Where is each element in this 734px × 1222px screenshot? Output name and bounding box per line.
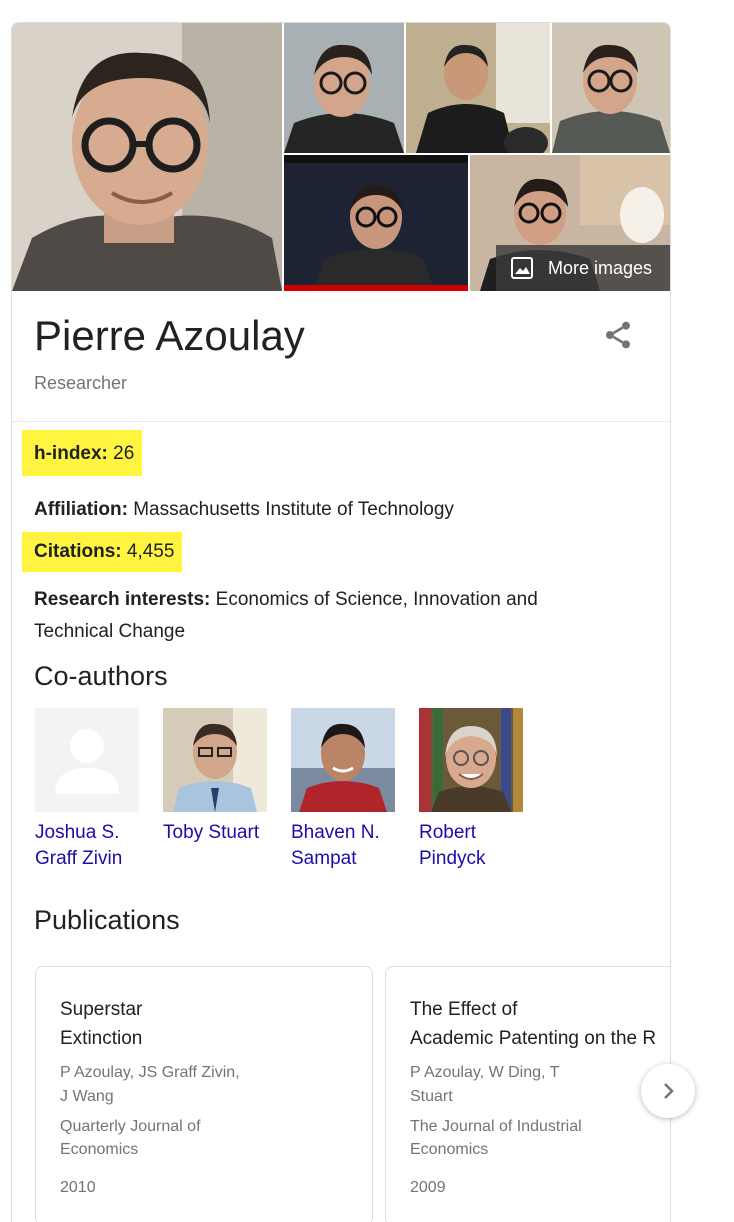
publications-heading: Publications xyxy=(34,905,180,935)
gallery-photo-3[interactable] xyxy=(406,23,550,153)
avatar xyxy=(35,708,139,812)
more-images-label: More images xyxy=(548,257,653,278)
gallery-photo-5[interactable] xyxy=(284,155,468,291)
avatar xyxy=(291,708,395,812)
entity-subtitle: Researcher xyxy=(34,373,128,393)
gallery-photo-4[interactable] xyxy=(552,23,670,153)
coauthor-item[interactable]: Joshua S. Graff Zivin xyxy=(35,708,140,872)
fact-value: Massachusetts Institute of Technology xyxy=(127,499,454,520)
highlight: h-index: 26 xyxy=(22,430,143,476)
coauthor-name[interactable]: Bhaven N. Sampat xyxy=(291,820,396,872)
fact-value: 26 xyxy=(107,443,135,464)
share-button[interactable] xyxy=(602,319,634,351)
fact-h-index: h-index: 26 xyxy=(22,430,143,476)
publication-title: The Effect of Academic Patenting on the … xyxy=(410,999,657,1049)
publication-authors: P Azoulay, JS Graff Zivin, J Wang xyxy=(60,1064,240,1105)
next-publications-button[interactable] xyxy=(641,1064,695,1118)
coauthor-item[interactable]: Toby Stuart xyxy=(163,708,268,872)
fact-affiliation: Affiliation: Massachusetts Institute of … xyxy=(34,499,454,521)
entity-header: Pierre Azoulay Researcher xyxy=(34,311,305,394)
publication-title: Superstar Extinction xyxy=(60,999,143,1049)
publication-authors: P Azoulay, W Ding, T Stuart xyxy=(410,1064,560,1105)
more-images-button[interactable]: More images xyxy=(496,245,670,291)
publication-journal: Quarterly Journal of Economics xyxy=(60,1118,201,1158)
fact-research-interests: Research interests: Economics of Science… xyxy=(34,584,594,648)
knowledge-panel: More images Pierre Azoulay Researcher h-… xyxy=(11,22,671,1222)
gallery-photo-2[interactable] xyxy=(284,23,404,153)
fact-label: Affiliation: xyxy=(34,499,128,520)
share-icon xyxy=(606,321,630,349)
publications-carousel: Superstar Extinction P Azoulay, JS Graff… xyxy=(35,966,670,1222)
avatar xyxy=(419,708,523,812)
coauthor-name[interactable]: Toby Stuart xyxy=(163,820,268,846)
coauthor-name[interactable]: Joshua S. Graff Zivin xyxy=(35,820,140,872)
publication-card[interactable]: Superstar Extinction P Azoulay, JS Graff… xyxy=(35,966,373,1222)
publication-year: 2010 xyxy=(60,1179,96,1196)
divider xyxy=(12,421,670,422)
chevron-right-icon xyxy=(664,1083,674,1099)
fact-citations: Citations: 4,455 xyxy=(22,532,183,572)
entity-title: Pierre Azoulay xyxy=(34,312,305,359)
coauthor-item[interactable]: Bhaven N. Sampat xyxy=(291,708,396,872)
publication-card[interactable]: The Effect of Academic Patenting on the … xyxy=(385,966,670,1222)
fact-value: 4,455 xyxy=(121,541,175,562)
coauthors-list: Joshua S. Graff Zivin Toby Stuart Bhaven… xyxy=(35,708,524,872)
fact-label: h-index: xyxy=(34,443,108,464)
highlight: Citations: 4,455 xyxy=(22,532,183,572)
coauthor-item[interactable]: Robert Pindyck xyxy=(419,708,524,872)
avatar xyxy=(163,708,267,812)
fact-label: Citations: xyxy=(34,541,122,562)
fact-label: Research interests: xyxy=(34,589,211,610)
main-photo[interactable] xyxy=(12,23,282,291)
publication-year: 2009 xyxy=(410,1179,446,1196)
publication-journal: The Journal of Industrial Economics xyxy=(410,1118,582,1158)
image-gallery: More images xyxy=(12,23,670,291)
image-icon xyxy=(510,256,534,280)
coauthors-heading: Co-authors xyxy=(34,661,168,691)
coauthor-name[interactable]: Robert Pindyck xyxy=(419,820,524,872)
